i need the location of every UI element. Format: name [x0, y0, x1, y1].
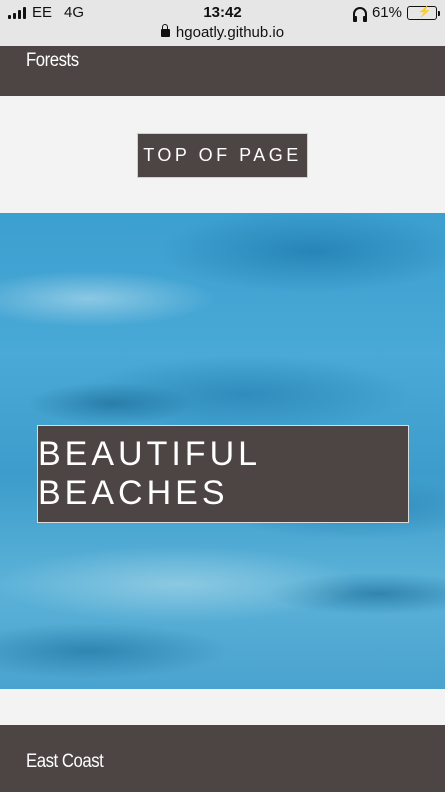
status-bar: EE 4G 13:42 hgoatly.github.io 61% ⚡ — [0, 0, 445, 46]
lock-icon — [160, 24, 170, 37]
status-right: 61% ⚡ — [352, 4, 440, 22]
charging-bolt-icon: ⚡ — [417, 6, 432, 18]
east-coast-label: East Coast — [26, 751, 104, 772]
address-bar[interactable]: hgoatly.github.io — [0, 24, 445, 41]
top-of-page-button[interactable]: TOP OF PAGE — [137, 133, 308, 178]
hero-title: BEAUTIFUL BEACHES — [37, 425, 409, 523]
forests-section-header: Forests — [0, 46, 445, 96]
battery-percent: 61% — [371, 4, 402, 21]
url-text: hgoatly.github.io — [175, 24, 285, 41]
forests-label: Forests — [26, 50, 79, 71]
battery-icon: ⚡ — [407, 5, 440, 20]
headphones-icon — [352, 6, 367, 22]
east-coast-section-header: East Coast — [0, 725, 445, 792]
